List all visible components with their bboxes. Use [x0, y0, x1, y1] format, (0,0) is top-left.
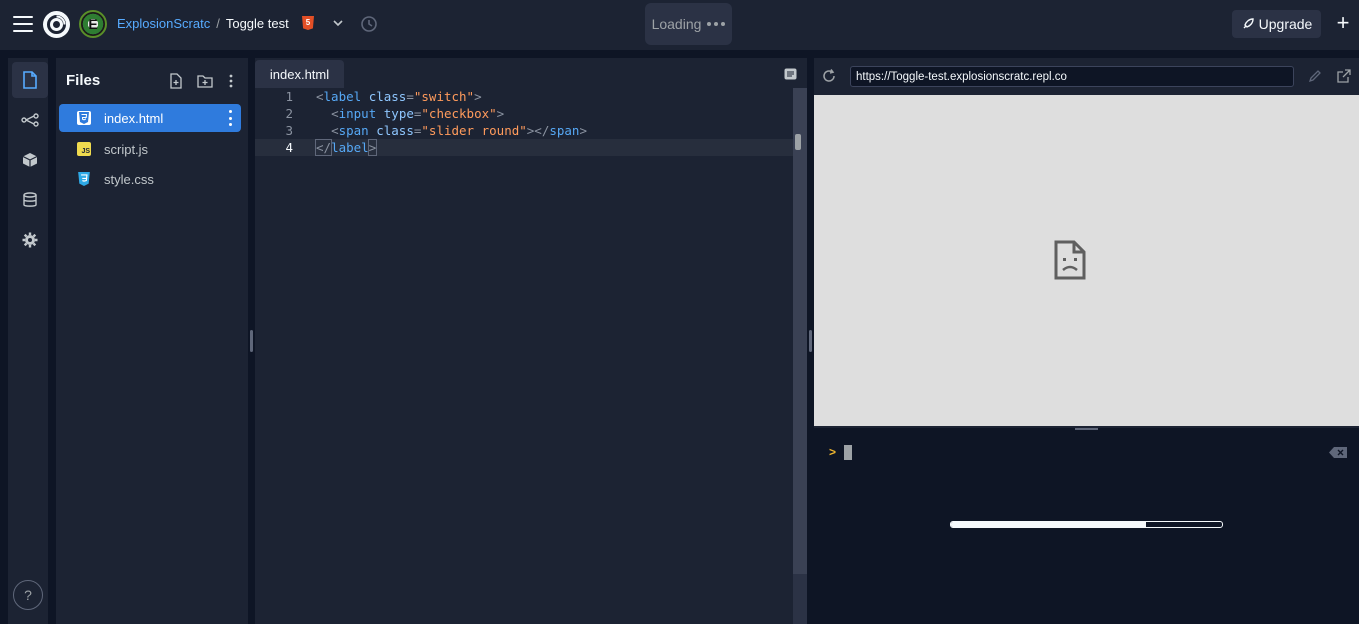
files-panel: Files index.html JS script.js style.css — [56, 58, 248, 624]
code-token: label — [323, 89, 362, 104]
repl-name[interactable]: Toggle test — [226, 16, 289, 31]
progress-fill — [951, 522, 1147, 527]
code-line: 1 <label class="switch"> — [255, 88, 793, 105]
loading-progress-bar — [950, 521, 1223, 528]
packages-button[interactable] — [12, 142, 48, 178]
new-file-icon[interactable] — [168, 73, 184, 89]
code-token: input — [338, 106, 377, 121]
loading-dots-icon — [707, 22, 726, 26]
tool-sidebar: ? — [8, 58, 48, 624]
file-name: script.js — [104, 142, 149, 157]
console-prompt: > — [829, 445, 837, 459]
user-avatar[interactable]: E — [79, 10, 107, 38]
code-token: label — [331, 140, 369, 155]
clear-console-icon[interactable] — [1329, 447, 1347, 458]
code-token: ></ — [526, 123, 550, 138]
broken-page-icon — [1054, 240, 1086, 280]
pencil-icon[interactable] — [1308, 69, 1322, 83]
tab-index-html[interactable]: index.html — [255, 60, 344, 88]
more-options-icon[interactable] — [223, 73, 239, 89]
html5-language-icon: 5 — [302, 16, 314, 30]
webview-panel — [814, 58, 1359, 428]
files-tool-button[interactable] — [12, 62, 48, 98]
scrollbar-track[interactable] — [793, 88, 807, 574]
replit-logo-icon[interactable] — [43, 11, 70, 38]
owner-link[interactable]: ExplosionScratc — [117, 16, 210, 31]
editor-tabbar: index.html — [255, 58, 807, 88]
run-button-loading[interactable]: Loading — [645, 3, 732, 45]
git-branch-icon — [21, 113, 39, 127]
code-token: class — [376, 123, 414, 138]
code-token: = — [406, 89, 414, 104]
file-icon — [23, 71, 37, 89]
code-line-current: 4 </label> — [255, 139, 793, 156]
code-token: span — [549, 123, 580, 138]
code-editor: index.html 1 <label class="switch"> 2 <i… — [255, 58, 807, 624]
code-line: 2 <input type="checkbox"> — [255, 105, 793, 122]
file-options-icon[interactable] — [229, 110, 233, 126]
css-file-icon — [77, 172, 91, 186]
editor-menu-icon[interactable] — [784, 68, 797, 80]
scrollbar-thumb[interactable] — [795, 134, 801, 150]
line-number: 4 — [285, 140, 293, 155]
webview-urlbar — [814, 58, 1359, 95]
breadcrumb: ExplosionScratc / Toggle test — [117, 16, 289, 31]
settings-button[interactable] — [12, 222, 48, 258]
console-resize-handle[interactable] — [1075, 428, 1098, 430]
line-number: 1 — [285, 89, 293, 104]
file-item-script-js[interactable]: JS script.js — [59, 135, 241, 163]
editor-resize-handle[interactable] — [809, 330, 812, 352]
upgrade-button[interactable]: Upgrade — [1232, 10, 1321, 38]
version-control-button[interactable] — [12, 102, 48, 138]
line-number: 2 — [285, 106, 293, 121]
editor-scrollbar[interactable] — [793, 88, 807, 624]
html-file-icon — [77, 111, 91, 125]
file-name: style.css — [104, 172, 154, 187]
history-icon[interactable] — [360, 15, 378, 33]
code-token: < — [316, 89, 324, 104]
url-input[interactable] — [850, 66, 1294, 87]
code-token: > — [367, 139, 378, 156]
code-token: < — [331, 106, 339, 121]
code-token: > — [579, 123, 587, 138]
database-icon — [23, 192, 37, 207]
loading-label: Loading — [651, 16, 702, 32]
reload-icon[interactable] — [821, 68, 837, 84]
code-token: "checkbox" — [421, 106, 497, 121]
line-number: 3 — [285, 123, 293, 138]
code-token: > — [474, 89, 482, 104]
code-token: </ — [314, 139, 333, 156]
gear-icon — [22, 232, 38, 248]
chevron-down-icon[interactable] — [332, 17, 344, 29]
code-token: span — [338, 123, 369, 138]
webview-content[interactable] — [814, 95, 1359, 426]
help-button[interactable]: ? — [13, 580, 43, 610]
code-token: > — [496, 106, 505, 121]
code-token: class — [368, 89, 407, 104]
new-folder-icon[interactable] — [197, 73, 213, 89]
files-resize-handle[interactable] — [250, 330, 253, 352]
rocket-icon — [1243, 17, 1254, 28]
breadcrumb-separator: / — [216, 16, 220, 31]
plus-icon[interactable]: + — [1334, 12, 1352, 34]
console-panel[interactable]: > — [814, 432, 1359, 624]
external-link-icon[interactable] — [1337, 69, 1351, 83]
upgrade-label: Upgrade — [1258, 16, 1313, 32]
files-title: Files — [66, 72, 101, 89]
console-cursor — [844, 445, 852, 460]
code-token: "slider round" — [421, 123, 527, 138]
code-line: 3 <span class="slider round"></span> — [255, 122, 793, 139]
file-item-style-css[interactable]: style.css — [59, 165, 241, 193]
file-item-index-html[interactable]: index.html — [59, 104, 241, 132]
code-token: < — [331, 123, 339, 138]
database-button[interactable] — [12, 182, 48, 218]
top-bar: E ExplosionScratc / Toggle test 5 Loadin… — [0, 0, 1359, 50]
js-file-icon: JS — [77, 142, 91, 156]
code-token: "switch" — [413, 89, 475, 104]
file-name: index.html — [104, 111, 164, 126]
package-icon — [22, 153, 38, 167]
code-area[interactable]: 1 <label class="switch"> 2 <input type="… — [255, 88, 793, 624]
code-token: type — [383, 106, 414, 121]
menu-icon[interactable] — [13, 16, 33, 32]
